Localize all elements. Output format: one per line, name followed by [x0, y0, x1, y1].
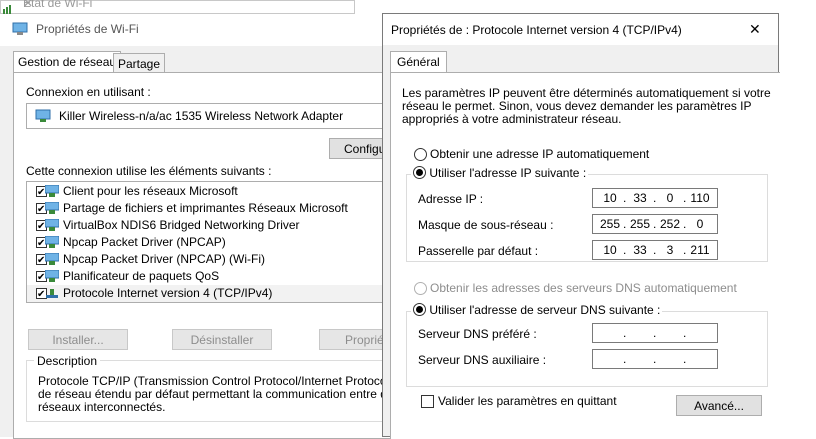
item-label: Partage de fichiers et imprimantes Résea… [63, 201, 348, 215]
adapter-icon [35, 109, 51, 122]
network-service-icon [45, 236, 59, 248]
advanced-button[interactable]: Avancé... [676, 395, 762, 416]
adapter-box: Killer Wireless-n/a/ac 1535 Wireless Net… [26, 103, 398, 129]
behind-close-icon[interactable]: ✕ [23, 0, 33, 10]
list-item[interactable]: Npcap Packet Driver (NPCAP) [27, 234, 397, 252]
list-item[interactable]: Npcap Packet Driver (NPCAP) (Wi-Fi) [27, 251, 397, 269]
network-tab-panel: Connexion en utilisant : Killer Wireless… [13, 72, 429, 439]
item-label: Client pour les réseaux Microsoft [63, 184, 238, 198]
dns-manual-label[interactable]: Utiliser l'adresse de serveur DNS suivan… [429, 303, 660, 317]
connect-using-label: Connexion en utilisant : [26, 85, 151, 99]
dns-alternate-field[interactable]: . . . [592, 349, 718, 369]
item-label: VirtualBox NDIS6 Bridged Networking Driv… [63, 218, 300, 232]
intro-line: appropriés à votre administrateur réseau… [402, 112, 622, 126]
tab-partage[interactable]: Partage [113, 53, 166, 74]
general-tab-panel: Les paramètres IP peuvent être déterminé… [390, 72, 780, 439]
behind-window-titlebar[interactable]: État de Wi-Fi ✕ [0, 0, 355, 15]
gateway-field[interactable]: 10. 33. 3. 211 [592, 240, 718, 260]
list-item[interactable]: Planificateur de paquets QoS [27, 268, 397, 286]
behind-window-title: État de Wi-Fi [23, 0, 93, 10]
item-label: Npcap Packet Driver (NPCAP) (Wi-Fi) [63, 252, 266, 266]
item-label: Planificateur de paquets QoS [63, 269, 220, 283]
network-service-icon [45, 219, 59, 231]
subnet-octet: 255 [629, 217, 651, 231]
description-text: Protocole TCP/IP (Transmission Control P… [38, 375, 429, 414]
network-service-icon [45, 253, 59, 265]
item-label: Protocole Internet version 4 (TCP/IPv4) [63, 286, 273, 300]
network-client-icon [45, 185, 59, 197]
list-item[interactable]: Partage de fichiers et imprimantes Résea… [27, 200, 397, 218]
ip-manual-radio[interactable] [413, 166, 426, 179]
ip-address-label: Adresse IP : [418, 192, 484, 206]
gateway-octet: 10 [603, 243, 617, 257]
dns-alternate-label: Serveur DNS auxiliaire : [418, 353, 547, 367]
description-label: Description [34, 354, 101, 368]
intro-text: Les paramètres IP peuvent être déterminé… [402, 87, 771, 126]
validate-checkbox[interactable] [421, 395, 434, 408]
network-service-icon [45, 202, 59, 214]
dns-manual-radio[interactable] [413, 303, 426, 316]
tcp-window-title: Propriétés de : Protocole Internet versi… [391, 23, 682, 37]
dns-auto-label[interactable]: Obtenir les adresses des serveurs DNS au… [430, 281, 737, 295]
list-item[interactable]: VirtualBox NDIS6 Bridged Networking Driv… [27, 217, 397, 235]
install-button[interactable]: Installer... [28, 329, 128, 350]
close-icon[interactable]: ✕ [749, 21, 761, 38]
list-item[interactable]: Client pour les réseaux Microsoft [27, 183, 397, 201]
ip-octet: 0 [666, 191, 674, 205]
dns-preferred-field[interactable]: . . . [592, 323, 718, 343]
ip-octet: 33 [633, 191, 647, 205]
dns-auto-radio[interactable] [414, 282, 427, 295]
tab-general[interactable]: Général [390, 51, 447, 74]
gateway-octet: 33 [633, 243, 647, 257]
gateway-octet: 211 [690, 243, 710, 257]
items-list[interactable]: Client pour les réseaux Microsoft Partag… [26, 181, 398, 303]
wifi-window-title: Propriétés de Wi-Fi [36, 22, 139, 36]
ip-octet: 10 [603, 191, 617, 205]
items-label: Cette connexion utilise les éléments sui… [26, 164, 272, 178]
ip-octet: 110 [690, 191, 710, 205]
ip-manual-option[interactable]: Utiliser l'adresse IP suivante : [411, 166, 589, 180]
description-line: réseaux interconnectés. [38, 400, 166, 414]
ip-address-field[interactable]: 10. 33. 0. 110 [592, 188, 718, 208]
uninstall-button[interactable]: Désinstaller [172, 329, 272, 350]
protocol-icon [46, 289, 58, 298]
tcp-window-titlebar[interactable]: Propriétés de : Protocole Internet versi… [383, 14, 778, 45]
gateway-label: Passerelle par défaut : [418, 244, 539, 258]
subnet-label: Masque de sous-réseau : [418, 218, 554, 232]
subnet-field[interactable]: 255. 255. 252. 0 [592, 214, 718, 234]
network-service-icon [45, 270, 59, 282]
ip-auto-label[interactable]: Obtenir une adresse IP automatiquement [430, 147, 649, 161]
subnet-octet: 255 [599, 217, 621, 231]
subnet-octet: 252 [659, 217, 681, 231]
ip-manual-label[interactable]: Utiliser l'adresse IP suivante : [429, 166, 586, 180]
network-adapter-icon [12, 22, 28, 35]
item-label: Npcap Packet Driver (NPCAP) [63, 235, 226, 249]
ip-auto-radio[interactable] [414, 148, 427, 161]
wifi-properties-window: Propriétés de Wi-Fi Gestion de réseau Pa… [0, 14, 429, 439]
dns-preferred-label: Serveur DNS préféré : [418, 327, 537, 341]
dns-manual-option[interactable]: Utiliser l'adresse de serveur DNS suivan… [411, 303, 663, 317]
wifi-window-titlebar[interactable]: Propriétés de Wi-Fi [0, 14, 386, 46]
tab-gestion-reseau[interactable]: Gestion de réseau [13, 51, 122, 74]
subnet-octet: 0 [696, 217, 704, 231]
validate-label[interactable]: Valider les paramètres en quittant [438, 394, 617, 408]
adapter-name: Killer Wireless-n/a/ac 1535 Wireless Net… [59, 109, 344, 123]
gateway-octet: 3 [666, 243, 674, 257]
tcpipv4-properties-window: Propriétés de : Protocole Internet versi… [382, 13, 780, 439]
list-item-selected[interactable]: Protocole Internet version 4 (TCP/IPv4) [27, 285, 397, 303]
